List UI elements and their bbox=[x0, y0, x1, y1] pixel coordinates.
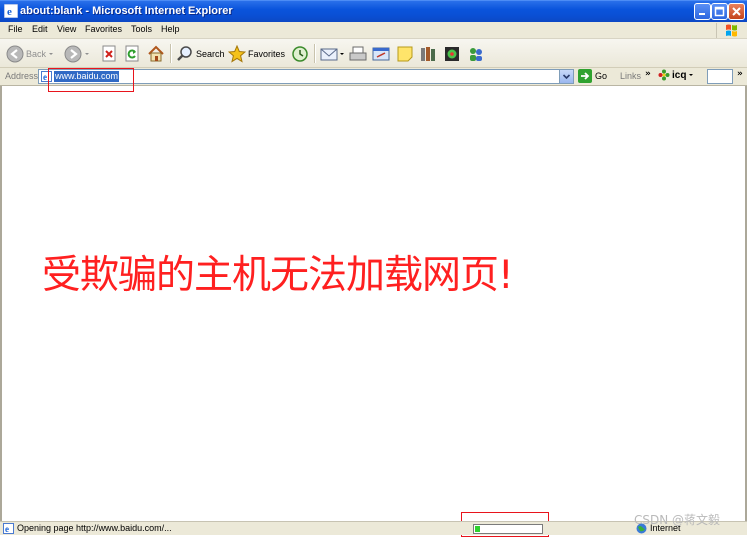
menu-tools[interactable]: Tools bbox=[131, 23, 152, 35]
progress-fill bbox=[475, 526, 480, 532]
books-icon bbox=[421, 46, 435, 61]
address-label: Address bbox=[5, 71, 39, 81]
window-title: about:blank - Microsoft Internet Explore… bbox=[20, 5, 233, 17]
toolbar-separator bbox=[314, 44, 316, 63]
back-arrow-icon bbox=[6, 45, 24, 62]
favorites-label: Favorites bbox=[248, 48, 286, 59]
mail-icon bbox=[320, 48, 338, 60]
close-button[interactable] bbox=[728, 3, 745, 20]
svg-text:e: e bbox=[43, 72, 47, 82]
page-content[interactable]: 受欺骗的主机无法加载网页! bbox=[0, 86, 747, 521]
links-label[interactable]: Links bbox=[620, 71, 641, 81]
history-button[interactable] bbox=[291, 43, 309, 64]
svg-text:e: e bbox=[5, 524, 9, 534]
chevron-down-icon bbox=[562, 74, 571, 80]
mail-button[interactable] bbox=[320, 43, 346, 64]
forward-dropdown-icon bbox=[85, 52, 89, 55]
svg-text:e: e bbox=[7, 6, 12, 18]
buddies-button[interactable] bbox=[467, 43, 485, 64]
forward-button[interactable] bbox=[64, 43, 92, 64]
toolbar-separator bbox=[170, 44, 172, 63]
back-label: Back bbox=[26, 48, 47, 59]
toolbar-chevron-icon[interactable]: » bbox=[737, 69, 743, 79]
menu-edit[interactable]: Edit bbox=[32, 23, 48, 35]
menu-favorites[interactable]: Favorites bbox=[85, 23, 122, 35]
ie-icon: e bbox=[4, 4, 18, 18]
go-button[interactable]: Go bbox=[578, 69, 607, 83]
forward-arrow-icon bbox=[64, 45, 82, 62]
search-button[interactable]: Search bbox=[176, 43, 225, 64]
stop-icon bbox=[102, 45, 116, 62]
icq-search-input[interactable] bbox=[707, 69, 733, 84]
minimize-icon bbox=[699, 13, 705, 15]
print-button[interactable] bbox=[349, 43, 367, 64]
loading-page-icon: e bbox=[3, 523, 14, 534]
progress-bar bbox=[473, 524, 543, 534]
close-icon bbox=[732, 7, 741, 16]
search-label: Search bbox=[196, 48, 225, 59]
icq-flower-icon bbox=[658, 69, 670, 81]
menu-bar: File Edit View Favorites Tools Help bbox=[0, 22, 747, 39]
history-icon bbox=[292, 45, 308, 62]
icq-dropdown-icon bbox=[689, 74, 694, 76]
go-label: Go bbox=[595, 71, 608, 81]
refresh-icon bbox=[125, 45, 139, 62]
maximize-icon bbox=[714, 6, 725, 17]
refresh-button[interactable] bbox=[124, 43, 141, 64]
windows-logo bbox=[716, 23, 745, 38]
links-chevron-icon[interactable]: » bbox=[645, 69, 651, 79]
print-icon bbox=[349, 46, 367, 60]
people-icon bbox=[470, 47, 482, 61]
menu-file[interactable]: File bbox=[8, 23, 23, 35]
discuss-button[interactable] bbox=[396, 43, 414, 64]
menu-view[interactable]: View bbox=[57, 23, 76, 35]
error-message: 受欺骗的主机无法加载网页! bbox=[42, 253, 514, 298]
icq-label: icq bbox=[672, 69, 687, 81]
watermark: CSDN @蒋文毅 bbox=[634, 513, 721, 527]
mail-dropdown-icon bbox=[340, 52, 344, 55]
annotation-box-address bbox=[48, 68, 134, 92]
minimize-button[interactable] bbox=[694, 3, 711, 20]
go-arrow-icon bbox=[578, 69, 592, 83]
standard-toolbar: Back Search Favorites bbox=[0, 39, 747, 68]
favorites-button[interactable]: Favorites bbox=[228, 43, 285, 64]
note-icon bbox=[397, 46, 413, 61]
back-dropdown-icon bbox=[49, 52, 54, 55]
messenger-button[interactable] bbox=[443, 43, 461, 64]
back-button[interactable]: Back bbox=[6, 43, 56, 64]
address-dropdown-button[interactable] bbox=[559, 70, 573, 83]
home-icon bbox=[148, 45, 164, 61]
favorites-star-icon bbox=[228, 44, 246, 63]
edit-button[interactable] bbox=[372, 43, 390, 64]
edit-page-icon bbox=[372, 47, 390, 60]
status-text: Opening page http://www.baidu.com/... bbox=[17, 523, 172, 533]
menu-help[interactable]: Help bbox=[161, 23, 180, 35]
research-button[interactable] bbox=[419, 43, 437, 64]
home-button[interactable] bbox=[147, 43, 165, 64]
icq-button[interactable]: icq bbox=[658, 69, 696, 81]
search-icon bbox=[177, 45, 192, 61]
plugin-icon bbox=[445, 46, 459, 61]
title-bar[interactable]: e about:blank - Microsoft Internet Explo… bbox=[0, 0, 747, 22]
maximize-button[interactable] bbox=[711, 3, 728, 20]
stop-button[interactable] bbox=[101, 43, 118, 64]
windows-flag-icon bbox=[726, 24, 737, 37]
